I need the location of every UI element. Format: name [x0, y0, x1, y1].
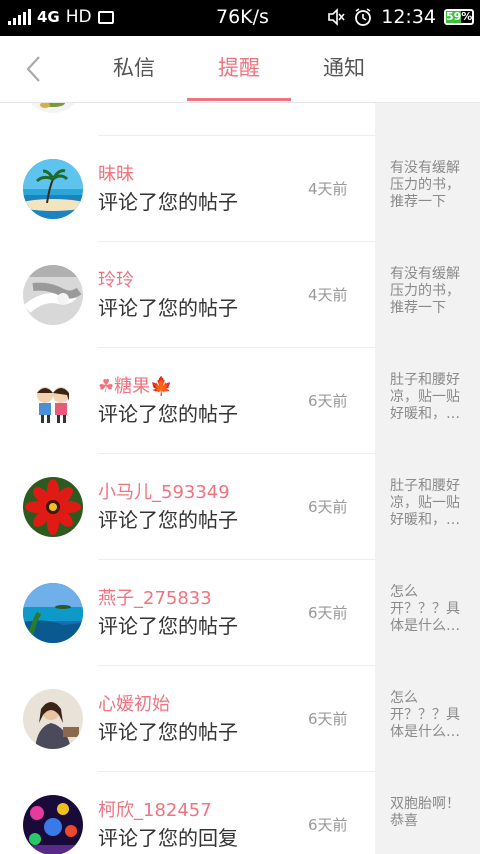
action-text: 评论了您的回复 — [98, 826, 238, 850]
preview-text: 有没有缓解压力的书，推荐一下 — [390, 160, 460, 210]
post-preview[interactable]: 双胞胎啊！恭喜 — [375, 772, 480, 854]
status-left: 4G HD — [8, 7, 114, 27]
list-item[interactable]: 玲玲 评论了您的帖子 4天前 有没有缓解压力的书，推荐一下 — [0, 242, 480, 348]
list-item[interactable]: 柯欣_182457 评论了您的回复 6天前 双胞胎啊！恭喜 — [0, 772, 480, 854]
user-name[interactable]: 玲玲 — [98, 266, 134, 292]
preview-text: 肚子和腰好凉，贴一贴好暖和，… — [390, 372, 460, 422]
action-text: 评论了您的帖子 — [98, 402, 238, 426]
timestamp: 6天前 — [308, 604, 348, 622]
preview-text: 怎么开？？？具体是什么… — [390, 584, 460, 634]
partial-preview — [375, 103, 480, 136]
clock: 12:34 — [381, 6, 436, 28]
preview-text: 怎么开？？？具体是什么… — [390, 690, 460, 740]
top-nav: 私信 提醒 通知 — [0, 36, 480, 103]
tab-notifications[interactable]: 通知 — [292, 36, 396, 102]
action-text: 评论了您的帖子 — [98, 190, 238, 214]
post-preview[interactable]: 肚子和腰好凉，贴一贴好暖和，… — [375, 348, 480, 454]
image-icon — [97, 10, 114, 24]
timestamp: 6天前 — [308, 710, 348, 728]
status-bar: 4G HD 76K/s 12:34 59% — [0, 0, 480, 36]
preview-text: 双胞胎啊！恭喜 — [390, 796, 460, 829]
post-preview[interactable]: 有没有缓解压力的书，推荐一下 — [375, 242, 480, 348]
list-item[interactable]: 燕子_275833 评论了您的帖子 6天前 怎么开？？？具体是什么… — [0, 560, 480, 666]
island-avatar[interactable] — [23, 583, 83, 643]
list-item[interactable]: 心媛初始 评论了您的帖子 6天前 怎么开？？？具体是什么… — [0, 666, 480, 772]
active-tab-indicator — [187, 98, 291, 101]
list-item[interactable]: 昧昧 评论了您的帖子 4天前 有没有缓解压力的书，推荐一下 — [0, 136, 480, 242]
list-item[interactable]: 小马儿_593349 评论了您的帖子 6天前 肚子和腰好凉，贴一贴好暖和，… — [0, 454, 480, 560]
mute-icon — [328, 8, 345, 26]
reminder-list[interactable]: 昧昧 评论了您的帖子 4天前 有没有缓解压力的书，推荐一下 玲玲 评论了您的帖子… — [0, 103, 480, 854]
status-right: 12:34 59% — [327, 6, 474, 28]
tab-reminders[interactable]: 提醒 — [187, 36, 291, 102]
timestamp: 4天前 — [308, 286, 348, 304]
network-type: 4G — [37, 8, 60, 26]
list-item-partial[interactable] — [0, 103, 480, 136]
network-speed: 76K/s — [216, 6, 269, 28]
cartoon-couple-avatar[interactable] — [23, 371, 83, 431]
timestamp: 6天前 — [308, 498, 348, 516]
timestamp: 4天前 — [308, 180, 348, 198]
alarm-icon — [355, 8, 372, 26]
battery-level: 59% — [446, 10, 473, 23]
post-preview[interactable]: 怎么开？？？具体是什么… — [375, 666, 480, 772]
action-text: 评论了您的帖子 — [98, 296, 238, 320]
action-text: 评论了您的帖子 — [98, 720, 238, 744]
user-name[interactable]: 燕子_275833 — [98, 584, 212, 610]
action-text: 评论了您的帖子 — [98, 508, 238, 532]
post-preview[interactable]: 怎么开？？？具体是什么… — [375, 560, 480, 666]
list-item[interactable]: ☘糖果🍁 评论了您的帖子 6天前 肚子和腰好凉，贴一贴好暖和，… — [0, 348, 480, 454]
preview-text: 有没有缓解压力的书，推荐一下 — [390, 266, 460, 316]
action-text: 评论了您的帖子 — [98, 614, 238, 638]
tab-messages[interactable]: 私信 — [82, 36, 186, 102]
festival-lights-avatar[interactable] — [23, 795, 83, 854]
back-button[interactable] — [18, 52, 48, 86]
hands-avatar[interactable] — [23, 265, 83, 325]
hd-label: HD — [65, 7, 92, 27]
user-name[interactable]: 心媛初始 — [98, 690, 170, 716]
post-preview[interactable]: 有没有缓解压力的书，推荐一下 — [375, 136, 480, 242]
person-avatar[interactable] — [23, 689, 83, 749]
partial-avatar — [23, 103, 83, 113]
user-name[interactable]: ☘糖果🍁 — [98, 372, 173, 398]
timestamp: 6天前 — [308, 816, 348, 834]
user-name[interactable]: 昧昧 — [98, 160, 134, 186]
post-preview[interactable]: 肚子和腰好凉，贴一贴好暖和，… — [375, 454, 480, 560]
user-name[interactable]: 小马儿_593349 — [98, 478, 230, 504]
timestamp: 6天前 — [308, 392, 348, 410]
signal-icon — [8, 9, 31, 25]
preview-text: 肚子和腰好凉，贴一贴好暖和，… — [390, 478, 460, 528]
user-name[interactable]: 柯欣_182457 — [98, 796, 212, 822]
red-flower-avatar[interactable] — [23, 477, 83, 537]
beach-avatar[interactable] — [23, 159, 83, 219]
battery-icon: 59% — [444, 9, 474, 25]
chevron-left-icon — [26, 56, 40, 82]
